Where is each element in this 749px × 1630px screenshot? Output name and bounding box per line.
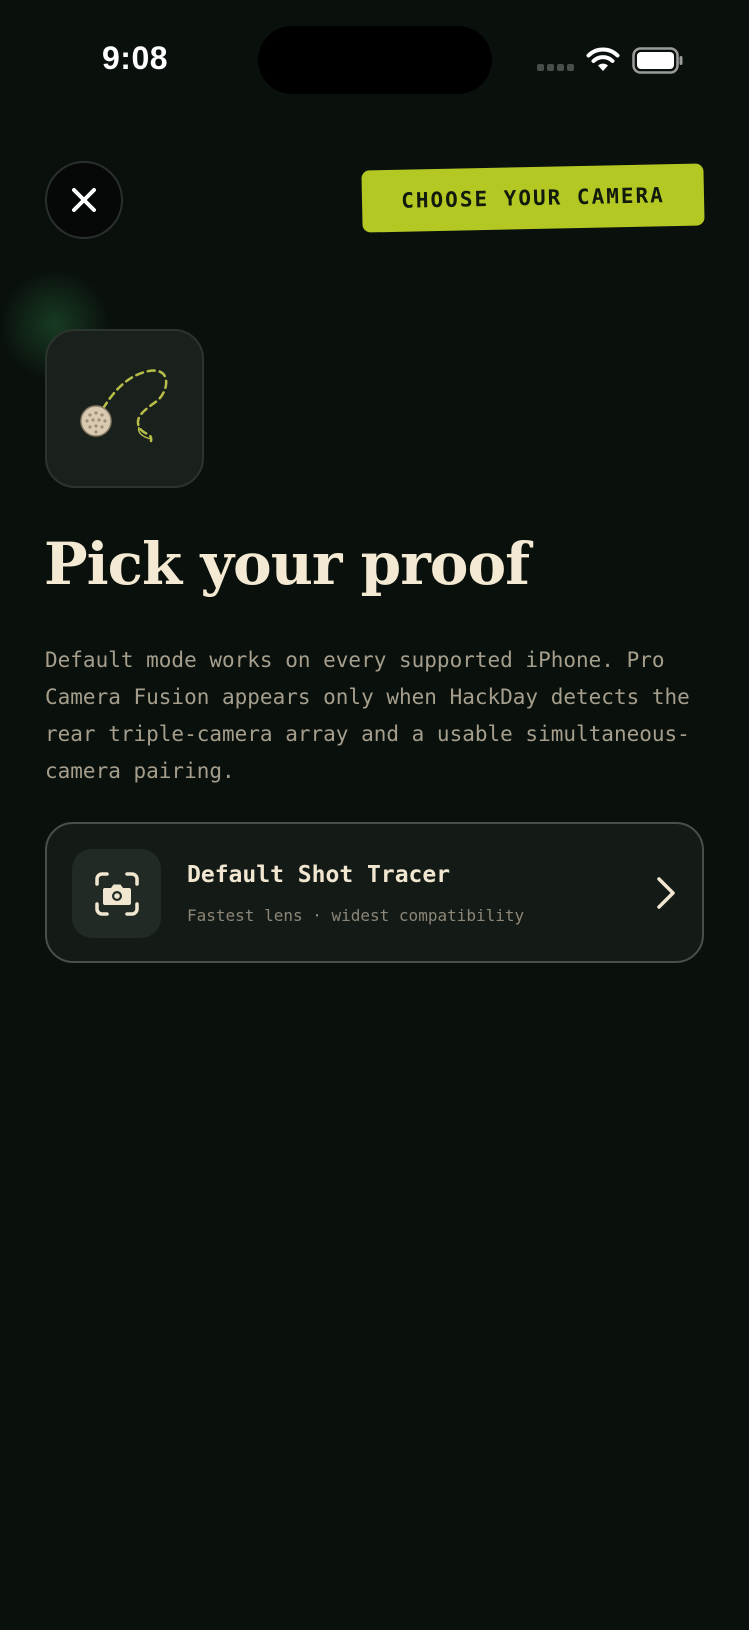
page-description: Default mode works on every supported iP… <box>45 648 690 783</box>
option-icon-tile <box>72 849 161 938</box>
close-icon <box>72 188 96 212</box>
cellular-signal-icon <box>537 64 574 71</box>
option-default-shot-tracer[interactable]: Default Shot Tracer Fastest lens · wides… <box>45 822 704 963</box>
wifi-icon <box>586 47 620 71</box>
status-time: 9:08 <box>102 40 169 76</box>
choose-camera-badge: CHOOSE YOUR CAMERA <box>361 163 705 233</box>
page-title: Pick your proof <box>44 530 530 598</box>
camera-scan-icon <box>94 871 139 916</box>
close-button[interactable] <box>45 161 123 239</box>
option-subtitle: Fastest lens · widest compatibility <box>187 906 525 925</box>
battery-icon <box>632 47 683 74</box>
golf-ball-trace-icon <box>80 369 168 443</box>
chevron-right-icon <box>657 877 675 909</box>
option-title: Default Shot Tracer <box>187 862 451 888</box>
dynamic-island <box>258 26 492 94</box>
hero-icon-tile <box>45 329 204 488</box>
